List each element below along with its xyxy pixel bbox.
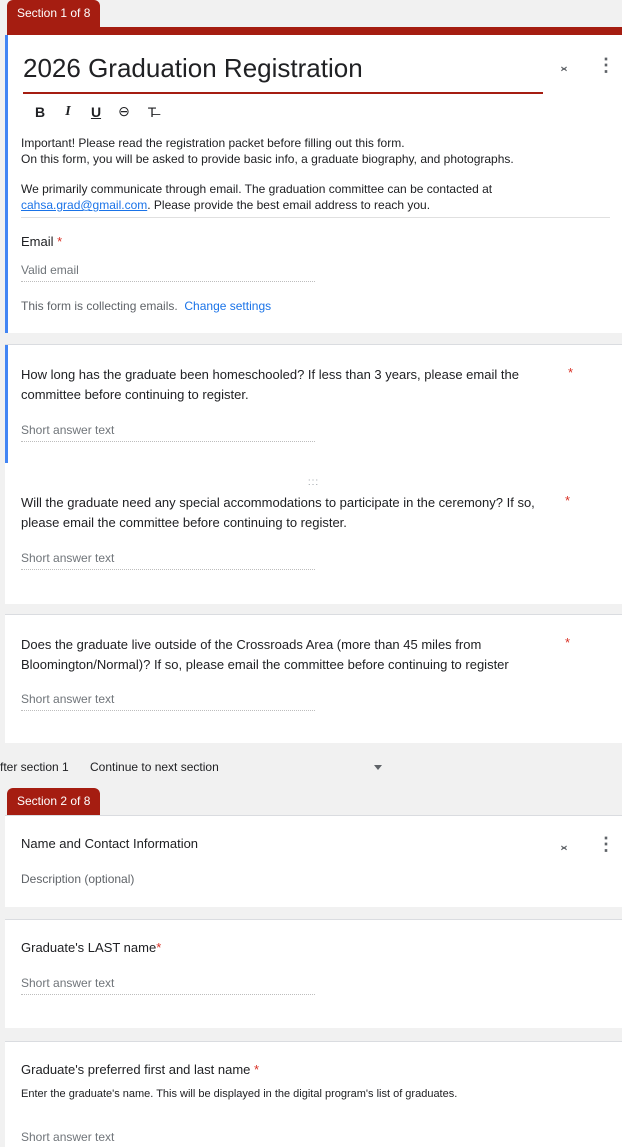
arrow-drop-down-icon[interactable]	[374, 765, 382, 770]
short-answer-field[interactable]: Short answer text	[21, 423, 315, 442]
form-editor: Section 1 of 8 2026 Graduation Registrat…	[0, 0, 622, 1147]
change-settings-link[interactable]: Change settings	[184, 299, 271, 313]
collecting-emails-note: This form is collecting emails. Change s…	[21, 299, 272, 313]
form-title-input[interactable]: 2026 Graduation Registration	[23, 53, 543, 94]
question-card-3[interactable]: Does the graduate live outside of the Cr…	[5, 615, 622, 743]
focus-accent	[5, 345, 8, 463]
section-description-field[interactable]: Description (optional)	[21, 872, 134, 886]
question-title: Will the graduate need any special accom…	[21, 495, 535, 530]
email-link[interactable]: cahsa.grad@gmail.com	[21, 198, 147, 212]
question-helper-text: Enter the graduate's name. This will be …	[21, 1088, 458, 1100]
description-line: On this form, you will be asked to provi…	[21, 152, 514, 166]
required-asterisk: *	[568, 365, 574, 380]
question-card-preferred-name[interactable]: Graduate's preferred first and last name…	[5, 1042, 622, 1147]
question-card-last-name[interactable]: Graduate's LAST name* Short answer text	[5, 920, 622, 1028]
italic-icon[interactable]: I	[61, 104, 75, 120]
question-card-2[interactable]: ::: Will the graduate need any special a…	[5, 463, 622, 604]
required-asterisk: *	[565, 635, 571, 650]
bold-icon[interactable]: B	[33, 104, 47, 120]
format-toolbar: B I U ⊖ T̶	[33, 103, 159, 120]
question-title: How long has the graduate been homeschoo…	[21, 367, 519, 402]
after-section-selector[interactable]: fter section 1 Continue to next section	[0, 743, 622, 774]
section-2-header-card[interactable]: Name and Contact Information ⌄ ⌃ ⋮ Descri…	[5, 815, 622, 907]
email-question-label: Email *	[21, 234, 63, 249]
after-section-label: fter section 1	[0, 760, 69, 774]
collapse-icon[interactable]: ⌄ ⌃	[557, 837, 571, 859]
email-field[interactable]: Valid email	[21, 263, 315, 282]
collapse-icon[interactable]: ⌄ ⌃	[557, 58, 571, 80]
section-tab-2: Section 2 of 8	[7, 788, 101, 815]
section-bar-1	[7, 27, 622, 35]
description-line: We primarily communicate through email. …	[21, 182, 493, 196]
form-description[interactable]: Important! Please read the registration …	[21, 135, 611, 213]
link-icon[interactable]: ⊖	[117, 103, 131, 120]
more-vert-icon[interactable]: ⋮	[597, 834, 615, 855]
drag-handle-icon[interactable]: :::	[5, 477, 622, 488]
section-title[interactable]: Name and Contact Information	[21, 834, 198, 854]
after-section-dropdown[interactable]: Continue to next section	[90, 760, 219, 774]
question-card-1[interactable]: How long has the graduate been homeschoo…	[5, 345, 622, 463]
short-answer-field[interactable]: Short answer text	[21, 692, 315, 711]
more-vert-icon[interactable]: ⋮	[597, 55, 615, 76]
underline-icon[interactable]: U	[89, 104, 103, 120]
description-underline	[21, 217, 610, 218]
description-line: . Please provide the best email address …	[147, 198, 431, 212]
focus-accent	[5, 35, 8, 333]
section-1-header-card[interactable]: 2026 Graduation Registration ⌄ ⌃ ⋮ B I U …	[5, 35, 622, 333]
question-title: Graduate's LAST name*	[21, 940, 162, 955]
short-answer-field[interactable]: Short answer text	[21, 1130, 315, 1147]
section-tab-1: Section 1 of 8	[7, 0, 101, 27]
short-answer-field[interactable]: Short answer text	[21, 551, 315, 570]
description-line: Important! Please read the registration …	[21, 136, 405, 150]
clear-formatting-icon[interactable]: T̶	[145, 104, 159, 120]
question-title: Does the graduate live outside of the Cr…	[21, 637, 509, 672]
question-title: Graduate's preferred first and last name…	[21, 1062, 260, 1077]
short-answer-field[interactable]: Short answer text	[21, 976, 315, 995]
required-asterisk: *	[565, 493, 571, 508]
